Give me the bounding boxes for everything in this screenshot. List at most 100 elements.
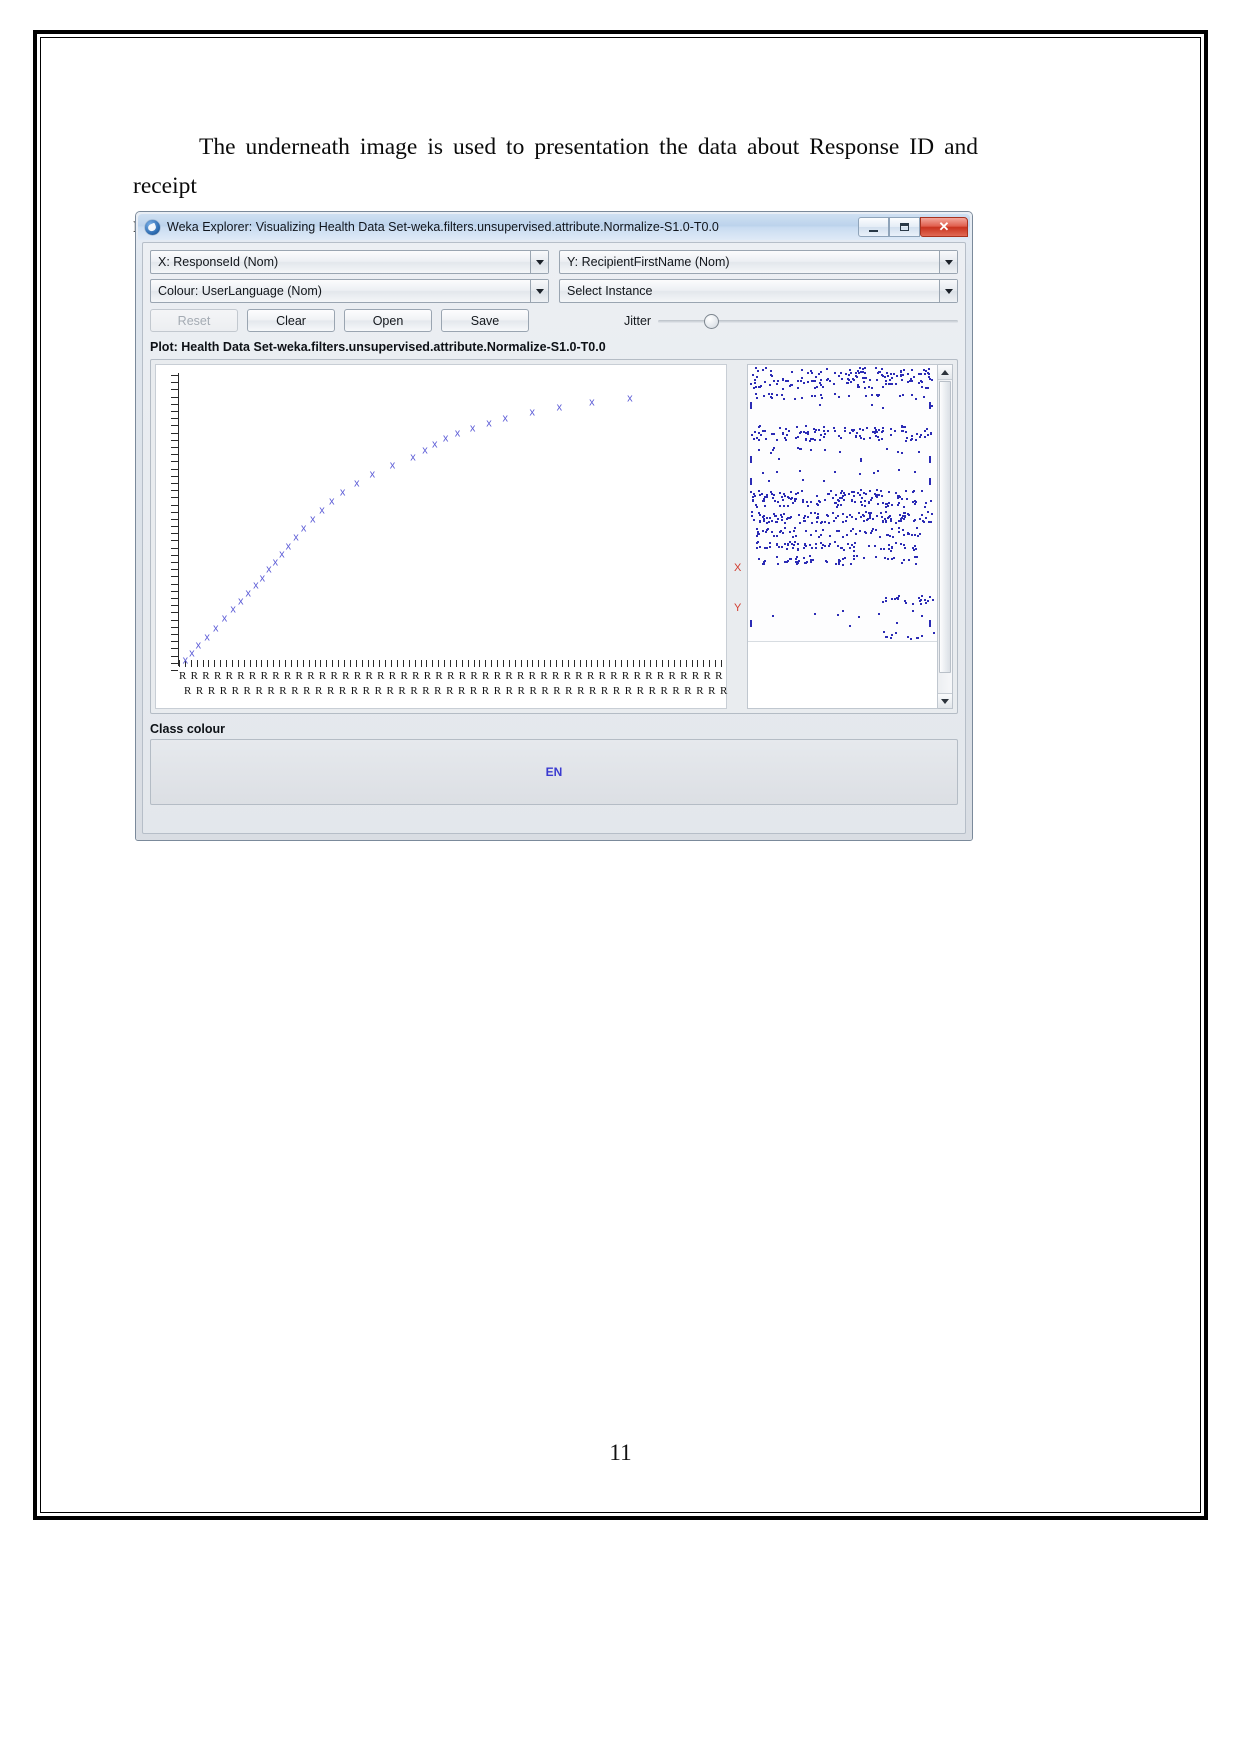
maximize-button[interactable] xyxy=(889,217,920,237)
chevron-down-icon xyxy=(530,280,548,302)
attribute-strip[interactable] xyxy=(748,365,937,392)
attribute-data-dot xyxy=(865,532,867,534)
x-axis-marker: X xyxy=(734,562,741,574)
x-tick-label: R xyxy=(552,670,559,682)
attribute-data-dot xyxy=(823,426,825,428)
attribute-data-dot xyxy=(811,380,813,382)
attribute-scrollbar[interactable] xyxy=(938,364,953,709)
y-axis-tick xyxy=(171,620,178,621)
class-colour-panel[interactable]: EN xyxy=(150,739,958,805)
minimize-button[interactable] xyxy=(858,217,889,237)
x-tick-label: R xyxy=(220,685,227,697)
y-axis-tick xyxy=(171,461,178,462)
axis-selector-row: X: ResponseId (Nom) Y: RecipientFirstNam… xyxy=(150,250,958,274)
attribute-data-dot xyxy=(896,622,898,624)
attribute-data-dot xyxy=(855,533,857,535)
attribute-data-dot xyxy=(826,368,828,370)
attribute-data-dot xyxy=(863,515,865,517)
attribute-data-dot xyxy=(932,599,934,601)
attribute-strip[interactable] xyxy=(748,509,937,526)
x-axis-tick xyxy=(497,660,498,667)
scroll-up-icon[interactable] xyxy=(938,365,952,380)
attribute-data-dot xyxy=(848,379,850,381)
x-axis-tick xyxy=(315,660,316,667)
attribute-data-dot xyxy=(886,636,888,638)
attribute-strips[interactable] xyxy=(747,364,938,709)
attribute-data-dot xyxy=(758,432,760,434)
scatter-point: x xyxy=(260,573,266,584)
attribute-data-dot xyxy=(924,599,926,601)
x-axis-tick xyxy=(591,660,592,667)
attribute-bars-panel: X Y xyxy=(731,364,953,709)
attribute-data-dot xyxy=(868,545,870,547)
reset-button[interactable]: Reset xyxy=(150,309,238,332)
x-tick-label: R xyxy=(339,685,346,697)
x-axis-tick xyxy=(208,660,209,667)
x-tick-label: R xyxy=(680,670,687,682)
select-instance-select[interactable]: Select Instance xyxy=(559,279,958,303)
attribute-data-dot xyxy=(810,534,812,536)
attribute-data-dot xyxy=(787,505,789,507)
attribute-strip[interactable] xyxy=(748,423,937,444)
colour-selector-row: Colour: UserLanguage (Nom) Select Instan… xyxy=(150,279,958,303)
open-button[interactable]: Open xyxy=(344,309,432,332)
attribute-data-dot xyxy=(931,405,933,407)
xy-axis-markers: X Y xyxy=(731,364,747,709)
attribute-data-dot xyxy=(851,544,853,546)
attribute-strip[interactable] xyxy=(748,629,937,642)
x-tick-label: R xyxy=(634,670,641,682)
close-button[interactable]: ✕ xyxy=(920,217,968,237)
attribute-data-dot xyxy=(773,433,775,435)
scatter-point: x xyxy=(183,656,189,667)
save-button[interactable]: Save xyxy=(441,309,529,332)
attribute-data-dot xyxy=(779,492,781,494)
attribute-data-dot xyxy=(920,380,922,382)
attribute-strip[interactable] xyxy=(748,553,937,568)
attribute-data-dot xyxy=(927,600,929,602)
attribute-data-dot xyxy=(849,547,851,549)
scrollbar-thumb[interactable] xyxy=(939,381,951,673)
attribute-strip[interactable] xyxy=(748,487,937,510)
scroll-down-icon[interactable] xyxy=(938,693,952,708)
attribute-strip[interactable] xyxy=(748,539,937,554)
x-axis-tick xyxy=(309,660,310,667)
x-tick-label: R xyxy=(589,685,596,697)
attribute-data-dot xyxy=(792,502,794,504)
attribute-data-dot xyxy=(794,500,796,502)
y-axis-select[interactable]: Y: RecipientFirstName (Nom) xyxy=(559,250,958,274)
attribute-data-dot xyxy=(851,429,853,431)
attribute-data-dot xyxy=(807,505,809,507)
attribute-data-dot xyxy=(777,380,779,382)
attribute-data-dot xyxy=(864,372,866,374)
colour-select[interactable]: Colour: UserLanguage (Nom) xyxy=(150,279,549,303)
attribute-data-dot xyxy=(820,434,822,436)
clear-button[interactable]: Clear xyxy=(247,309,335,332)
attribute-strip[interactable] xyxy=(748,567,937,582)
attribute-data-dot xyxy=(893,373,895,375)
attribute-data-dot xyxy=(840,372,842,374)
attribute-data-dot xyxy=(902,529,904,531)
attribute-data-dot xyxy=(917,637,919,639)
x-tick-label: R xyxy=(400,670,407,682)
attribute-data-dot xyxy=(814,387,816,389)
attribute-data-dot xyxy=(814,395,816,397)
attribute-data-dot xyxy=(762,430,764,432)
attribute-data-dot xyxy=(838,530,840,532)
attribute-strip[interactable] xyxy=(748,525,937,540)
attribute-data-dot xyxy=(834,393,836,395)
attribute-data-dot xyxy=(771,393,773,395)
x-axis-tick xyxy=(639,660,640,667)
class-colour-legend-en[interactable]: EN xyxy=(546,765,563,779)
jitter-slider-knob[interactable] xyxy=(704,314,719,329)
attribute-data-dot xyxy=(759,520,761,522)
attribute-data-dot xyxy=(884,376,886,378)
attribute-data-dot xyxy=(807,372,809,374)
attribute-data-dot xyxy=(784,522,786,524)
jitter-slider[interactable] xyxy=(658,313,958,329)
scatter-point: x xyxy=(213,623,219,634)
x-axis-tick xyxy=(279,660,280,667)
attribute-strip[interactable] xyxy=(748,593,937,608)
x-axis-select[interactable]: X: ResponseId (Nom) xyxy=(150,250,549,274)
attribute-data-dot xyxy=(784,561,786,563)
scatter-plot[interactable]: xxxxxxxxxxxxxxxxxxxxxxxxxxxxxxxxxxxx RRR… xyxy=(155,364,727,709)
